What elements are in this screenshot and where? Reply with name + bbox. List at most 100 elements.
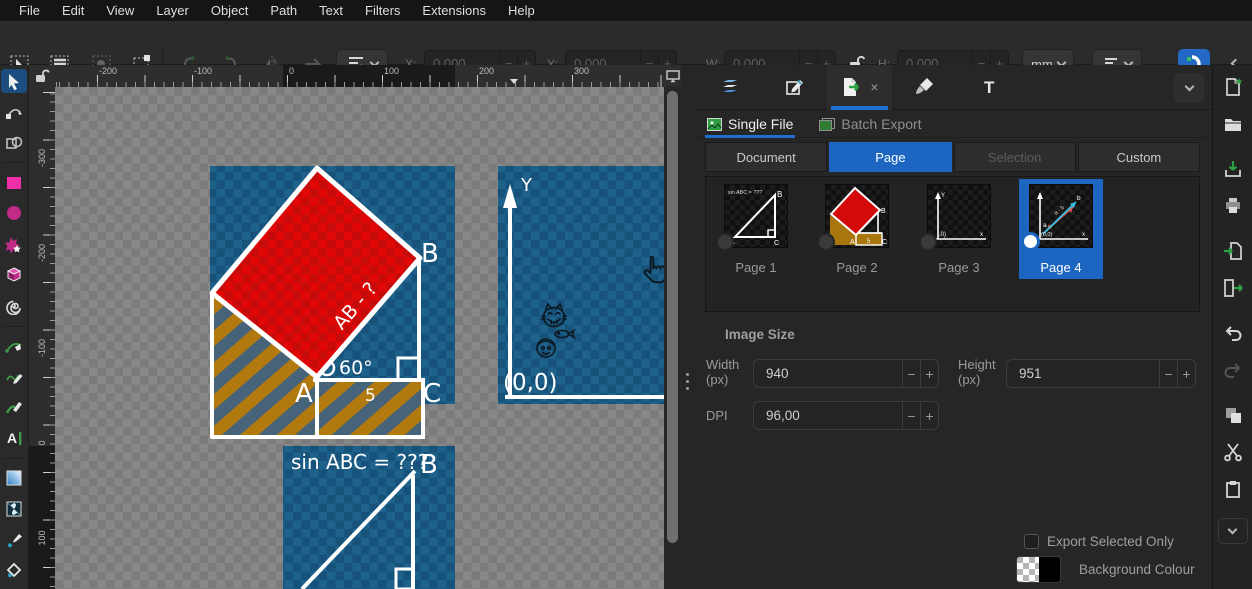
scrollbar-thumb[interactable] (667, 91, 678, 543)
tool-gradient[interactable] (1, 466, 27, 490)
page-1-tile[interactable]: sin ABC = ??? B A C Page 1 (714, 179, 798, 279)
tool-node[interactable] (1, 100, 27, 124)
menu-layer[interactable]: Layer (145, 1, 200, 20)
tab-fill-stroke-dialog[interactable] (892, 65, 957, 110)
menu-extensions[interactable]: Extensions (411, 1, 497, 20)
ruler-corner[interactable] (29, 65, 55, 87)
menu-filters[interactable]: Filters (354, 1, 411, 20)
mode-document-button[interactable]: Document (705, 142, 827, 172)
tool-3dbox[interactable] (1, 263, 27, 287)
save-document-button[interactable] (1218, 154, 1248, 184)
tab-objects-dialog[interactable] (762, 65, 827, 110)
page-2-tile[interactable]: B A C 5 Page 2 (815, 179, 899, 279)
canvas-vertical-scrollbar[interactable] (664, 87, 681, 589)
vertex-a-label[interactable]: A (295, 379, 313, 409)
page-4-thumbnail[interactable]: a b a - b (0,0) x (1029, 184, 1093, 248)
height-input[interactable] (1007, 360, 1159, 387)
dpi-input[interactable] (754, 402, 902, 429)
menu-view[interactable]: View (95, 1, 145, 20)
close-tab-icon[interactable]: × (870, 80, 878, 94)
height-increment-button[interactable]: + (1177, 360, 1195, 387)
angle-label[interactable]: 60° (339, 357, 373, 379)
paintbrush-icon (914, 76, 936, 98)
divider-grip[interactable] (686, 373, 689, 390)
vertex-b-label[interactable]: B (420, 450, 438, 480)
copy-button[interactable] (1218, 400, 1248, 430)
tool-shape-builder[interactable] (1, 131, 27, 155)
tool-pen[interactable] (1, 334, 27, 358)
menu-file[interactable]: File (8, 1, 51, 20)
page-1-thumbnail[interactable]: sin ABC = ??? B A C (724, 184, 788, 248)
page-3-tile[interactable]: Y ,0) x Page 3 (917, 179, 1001, 279)
paste-button[interactable] (1218, 474, 1248, 504)
height-decrement-button[interactable]: − (1159, 360, 1177, 387)
tool-rectangle[interactable] (1, 170, 27, 194)
menu-object[interactable]: Object (200, 1, 260, 20)
page-background[interactable] (498, 166, 666, 404)
commands-overflow-button[interactable] (1218, 518, 1248, 544)
dialog-menu-button[interactable] (1174, 73, 1204, 103)
export-button[interactable] (1218, 273, 1248, 303)
width-decrement-button[interactable]: − (902, 360, 920, 387)
width-input[interactable] (754, 360, 902, 387)
page-4-radio[interactable] (1021, 232, 1040, 251)
new-document-button[interactable] (1218, 72, 1248, 102)
redo-button[interactable] (1218, 355, 1248, 385)
page-sin-triangle[interactable]: sin ABC = ??? B (283, 446, 455, 589)
batch-export-tab[interactable]: Batch Export (819, 111, 921, 138)
open-document-button[interactable] (1218, 109, 1248, 139)
print-button[interactable] (1218, 191, 1248, 221)
menu-path[interactable]: Path (259, 1, 308, 20)
undo-button[interactable] (1218, 318, 1248, 348)
page-axes[interactable]: Y (0,0) (498, 166, 666, 404)
tool-selector[interactable] (1, 69, 27, 93)
mode-page-button[interactable]: Page (829, 142, 951, 172)
tool-spiral[interactable] (1, 294, 27, 318)
tab-layers-dialog[interactable] (697, 65, 762, 110)
panel-resize-divider[interactable] (681, 65, 697, 589)
page-1-radio[interactable] (716, 233, 734, 251)
page-problem-square[interactable]: B AB - ? 60° A 5 C (210, 166, 455, 437)
tool-dropper[interactable] (1, 527, 27, 551)
width-increment-button[interactable]: + (920, 360, 938, 387)
import-icon (1223, 241, 1243, 261)
batch-images-icon (819, 118, 835, 131)
canvas[interactable]: B AB - ? 60° A 5 C Y (0,0) (55, 87, 666, 589)
page-3-radio[interactable] (919, 233, 937, 251)
calligraphy-tool-icon (5, 398, 23, 416)
origin-label[interactable]: (0,0) (503, 370, 558, 396)
page-3-thumbnail[interactable]: Y ,0) x (927, 184, 991, 248)
background-colour-swatch[interactable] (1016, 556, 1061, 583)
tool-ellipse[interactable] (1, 201, 27, 225)
tool-mesh[interactable] (1, 497, 27, 521)
menu-text[interactable]: Text (308, 1, 354, 20)
dpi-increment-button[interactable]: + (920, 402, 938, 429)
page-2-thumbnail[interactable]: B A C 5 (825, 184, 889, 248)
page-2-radio[interactable] (817, 233, 835, 251)
mode-selection-button[interactable]: Selection (954, 142, 1076, 172)
tool-text[interactable]: A (1, 426, 27, 450)
cut-button[interactable] (1218, 437, 1248, 467)
single-file-tab[interactable]: Single File (707, 111, 793, 138)
tool-star[interactable] (1, 232, 27, 256)
dpi-decrement-button[interactable]: − (902, 402, 920, 429)
display-mode-button[interactable] (664, 65, 681, 87)
horizontal-ruler[interactable]: -200 -100 0 100 200 300 (55, 65, 666, 87)
tab-text-dialog[interactable]: T (957, 65, 1022, 110)
export-selected-checkbox[interactable] (1024, 534, 1039, 549)
mode-custom-button[interactable]: Custom (1078, 142, 1200, 172)
sin-title[interactable]: sin ABC = ??? (291, 450, 428, 474)
vertex-c-label[interactable]: C (423, 379, 441, 409)
base-length-label[interactable]: 5 (365, 386, 376, 406)
vertical-ruler[interactable]: -300 -200 -100 0 100 (29, 87, 55, 589)
page-4-tile[interactable]: a b a - b (0,0) x Page 4 (1019, 179, 1103, 279)
tool-paint-bucket[interactable] (1, 558, 27, 582)
tool-pencil[interactable] (1, 364, 27, 388)
menu-help[interactable]: Help (497, 1, 546, 20)
tab-export-dialog[interactable]: × (827, 65, 892, 110)
y-axis-label[interactable]: Y (520, 175, 533, 196)
vertex-b-label[interactable]: B (421, 239, 439, 269)
menu-edit[interactable]: Edit (51, 1, 95, 20)
import-button[interactable] (1218, 236, 1248, 266)
tool-calligraphy[interactable] (1, 395, 27, 419)
